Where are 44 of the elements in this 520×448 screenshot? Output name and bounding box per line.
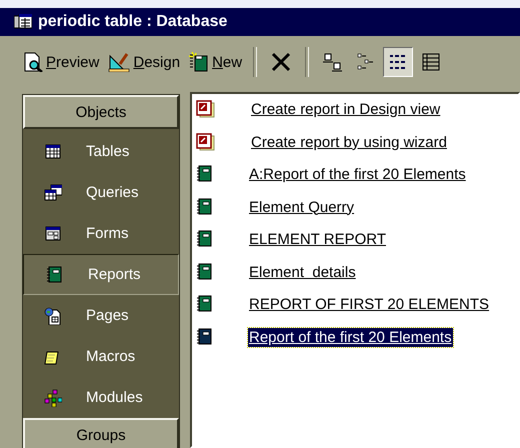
small-view-icon xyxy=(355,52,376,72)
table-icon xyxy=(44,142,62,160)
report-book-icon xyxy=(196,198,214,216)
report-list-item[interactable]: Create report by using wizard xyxy=(250,132,448,152)
globe-page-icon xyxy=(44,306,62,324)
magnifier-page-icon xyxy=(23,52,43,72)
large-view-icon xyxy=(322,52,342,72)
report-book-icon xyxy=(196,328,214,346)
objects-bar-item[interactable]: Forms xyxy=(23,213,179,254)
triangle-ruler-icon xyxy=(108,52,130,72)
objects-bar-item[interactable]: Queries xyxy=(23,172,179,213)
objects-header-button[interactable]: Objects xyxy=(23,95,179,129)
form-icon xyxy=(44,224,62,242)
report-book-icon xyxy=(196,262,214,280)
modules-icon xyxy=(44,388,62,406)
report-list-item[interactable]: REPORT OF FIRST 20 ELEMENTS xyxy=(248,295,490,314)
objects-bar-item[interactable]: Tables xyxy=(23,131,179,172)
list-view-button[interactable] xyxy=(383,47,414,77)
details-view-icon xyxy=(421,52,442,72)
sparkle-book-icon xyxy=(189,52,210,72)
report-list-item[interactable]: ELEMENT REPORT xyxy=(248,230,387,249)
new-button[interactable]: New xyxy=(186,49,246,75)
objects-bar-item[interactable]: Macros xyxy=(23,336,179,377)
design-button[interactable]: Design xyxy=(105,49,184,75)
report-list-item[interactable]: Create report in Design view xyxy=(250,100,442,119)
report-list-item[interactable]: Report of the first 20 Elements xyxy=(248,328,453,346)
shortcut-icon xyxy=(196,132,216,150)
query-tables-icon xyxy=(44,184,62,202)
report-book-icon xyxy=(196,165,214,183)
window-title: periodic table : Database xyxy=(38,13,228,31)
objects-bar-item[interactable]: Modules xyxy=(23,377,179,418)
objects-bar-item[interactable]: Reports xyxy=(23,254,179,295)
close-icon xyxy=(270,51,292,73)
shortcut-icon xyxy=(196,100,216,118)
report-book-icon xyxy=(46,266,64,284)
objects-bar-item[interactable]: Pages xyxy=(23,295,179,336)
report-list-item[interactable]: Element Querry xyxy=(248,198,356,216)
groups-header-button[interactable]: Groups xyxy=(23,418,179,448)
report-list-item[interactable]: A:Report of the first 20 Elements xyxy=(248,165,467,184)
report-book-icon xyxy=(196,295,214,313)
report-book-icon xyxy=(196,230,214,248)
database-window-icon xyxy=(14,14,32,30)
report-list-item[interactable]: Element details xyxy=(248,262,357,282)
preview-button[interactable]: Preview xyxy=(20,49,102,75)
